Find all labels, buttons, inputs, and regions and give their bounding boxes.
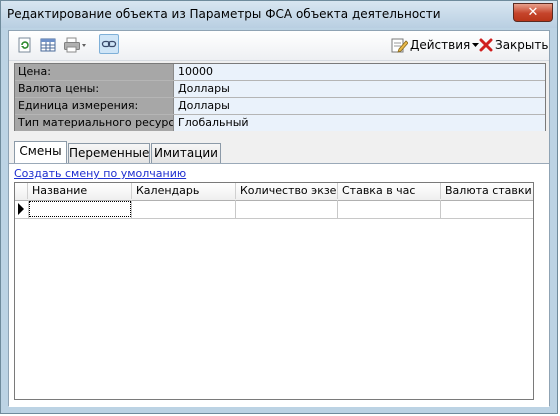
column-header-calendar[interactable]: Календарь bbox=[132, 183, 236, 199]
column-header-rate-currency[interactable]: Валюта ставки bbox=[441, 183, 533, 199]
table-cell[interactable] bbox=[28, 200, 132, 218]
property-label: Единица измерения: bbox=[15, 98, 173, 114]
properties-grid: Цена: 10000 Валюта цены: Доллары Единица… bbox=[14, 63, 546, 131]
table-cell[interactable] bbox=[132, 200, 236, 218]
property-row[interactable]: Единица измерения: Доллары bbox=[15, 98, 545, 115]
tab-simulations[interactable]: Имитации bbox=[151, 143, 221, 163]
tab-shifts[interactable]: Смены bbox=[14, 141, 67, 164]
property-value[interactable]: 10000 bbox=[173, 64, 545, 80]
property-value[interactable]: Доллары bbox=[173, 98, 545, 114]
row-selector[interactable] bbox=[15, 200, 29, 218]
table-cell[interactable] bbox=[441, 200, 533, 218]
table-header: Название Календарь Количество экзе... Ст… bbox=[15, 183, 533, 201]
property-row[interactable]: Цена: 10000 bbox=[15, 64, 545, 81]
link-icon bbox=[101, 40, 117, 48]
table-cell[interactable] bbox=[236, 200, 338, 218]
window-close-button[interactable]: ✕ bbox=[513, 3, 553, 22]
tab-panel-shifts: Создать смену по умолчанию Название Кале… bbox=[9, 163, 549, 407]
row-header-corner bbox=[15, 183, 28, 199]
table-row[interactable] bbox=[15, 200, 533, 219]
chevron-down-icon bbox=[472, 43, 479, 47]
table-icon[interactable] bbox=[40, 37, 56, 53]
refresh-icon[interactable] bbox=[17, 37, 33, 53]
column-header-quantity[interactable]: Количество экзе... bbox=[236, 183, 338, 199]
close-action-label: Закрыть bbox=[495, 38, 549, 52]
dialog-client-area: Действия Закрыть Цена: 10000 Валюта цены… bbox=[8, 30, 550, 407]
property-row[interactable]: Валюта цены: Доллары bbox=[15, 81, 545, 98]
tab-strip: Смены Переменные Имитации bbox=[9, 141, 549, 164]
property-label: Тип материального ресурса: bbox=[15, 115, 185, 131]
toolbar: Действия Закрыть bbox=[9, 31, 549, 61]
column-header-name[interactable]: Название bbox=[28, 183, 132, 199]
create-default-shift-link[interactable]: Создать смену по умолчанию bbox=[14, 167, 186, 180]
print-icon[interactable] bbox=[64, 37, 88, 53]
title-bar[interactable]: Редактирование объекта из Параметры ФСА … bbox=[1, 1, 557, 28]
table-cell[interactable] bbox=[338, 200, 441, 218]
tab-variables[interactable]: Переменные bbox=[68, 143, 150, 163]
edit-document-icon bbox=[391, 38, 408, 53]
property-value[interactable]: Доллары bbox=[173, 81, 545, 97]
window-title: Редактирование объекта из Параметры ФСА … bbox=[7, 7, 441, 21]
close-icon: ✕ bbox=[527, 5, 539, 20]
actions-label: Действия bbox=[410, 38, 471, 52]
current-row-arrow-icon bbox=[18, 203, 24, 215]
property-label: Цена: bbox=[15, 64, 173, 80]
property-value[interactable]: Глобальный bbox=[173, 115, 545, 131]
column-header-rate[interactable]: Ставка в час bbox=[338, 183, 441, 199]
property-row[interactable]: Тип материального ресурса: Глобальный bbox=[15, 115, 545, 132]
link-toggle-button[interactable] bbox=[99, 34, 119, 54]
red-x-icon bbox=[479, 38, 493, 52]
dialog-window: Редактирование объекта из Параметры ФСА … bbox=[0, 0, 558, 414]
shifts-table: Название Календарь Количество экзе... Ст… bbox=[14, 182, 534, 400]
property-label: Валюта цены: bbox=[15, 81, 173, 97]
